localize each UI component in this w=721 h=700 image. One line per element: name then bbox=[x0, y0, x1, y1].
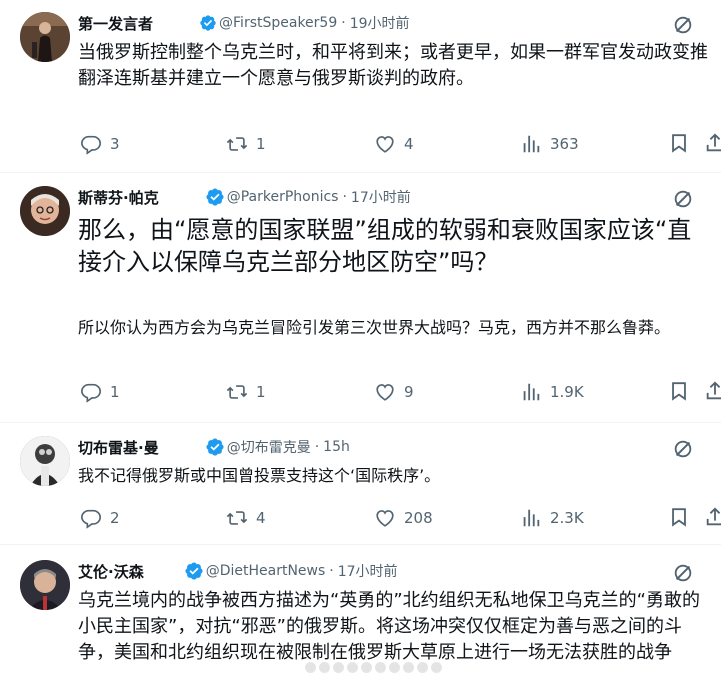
quoted-text: 那么，由“愿意的国家联盟”组成的软弱和衰败国家应该“直接介入以保障乌克兰部分地区… bbox=[78, 216, 692, 276]
tweet-text: 所以你认为西方会为乌克兰冒险引发第三次世界大战吗？马克，西方并不那么鲁莽。 bbox=[78, 318, 671, 337]
like-button[interactable]: 4 bbox=[374, 132, 414, 156]
handle[interactable]: @DietHeartNews bbox=[206, 563, 326, 579]
reply-button[interactable]: 1 bbox=[80, 380, 120, 404]
separator-dot: · bbox=[342, 189, 347, 205]
like-icon bbox=[374, 507, 396, 529]
share-icon[interactable] bbox=[704, 380, 721, 402]
retweet-count: 1 bbox=[256, 383, 266, 401]
action-bar: 2 4 208 2.3K bbox=[78, 506, 721, 530]
display-name[interactable]: 第一发言者 bbox=[78, 13, 153, 34]
grok-icon[interactable] bbox=[672, 438, 694, 460]
tweet[interactable]: 第一发言者 @FirstSpeaker59 · 19小时前 当俄罗斯控制整个乌克… bbox=[0, 0, 721, 173]
avatar[interactable] bbox=[20, 12, 70, 62]
retweet-button[interactable]: 4 bbox=[226, 506, 266, 530]
avatar-image bbox=[20, 12, 70, 62]
views-icon bbox=[520, 381, 542, 403]
grok-icon[interactable] bbox=[672, 562, 694, 584]
display-name[interactable]: 艾伦·沃森 bbox=[78, 561, 144, 582]
view-count: 2.3K bbox=[550, 509, 584, 527]
like-button[interactable]: 9 bbox=[374, 380, 414, 404]
timestamp[interactable]: 19小时前 bbox=[350, 13, 410, 33]
timestamp[interactable]: 15h bbox=[323, 439, 350, 455]
like-count: 208 bbox=[404, 509, 433, 527]
views-button[interactable]: 363 bbox=[520, 132, 579, 156]
bookmark-icon[interactable] bbox=[668, 506, 690, 528]
verified-badge-icon bbox=[184, 561, 204, 581]
share-icon[interactable] bbox=[704, 506, 721, 528]
separator-dot: · bbox=[341, 15, 346, 31]
like-icon bbox=[374, 381, 396, 403]
tweet-text: 当俄罗斯控制整个乌克兰时，和平将到来；或者更早，如果一群军官发动政变推翻泽连斯基… bbox=[78, 42, 708, 89]
tweet[interactable]: 艾伦·沃森 @DietHeartNews · 17小时前 乌克兰境内的战争被西方… bbox=[0, 544, 721, 700]
like-count: 4 bbox=[404, 135, 414, 153]
views-button[interactable]: 2.3K bbox=[520, 506, 584, 530]
view-count: 1.9K bbox=[550, 383, 584, 401]
grok-icon[interactable] bbox=[672, 14, 694, 36]
views-icon bbox=[520, 507, 542, 529]
handle[interactable]: @ParkerPhonics bbox=[227, 189, 339, 205]
retweet-count: 1 bbox=[256, 135, 266, 153]
separator-dot: · bbox=[329, 563, 334, 579]
like-count: 9 bbox=[404, 383, 414, 401]
views-icon bbox=[520, 133, 542, 155]
tweet-text: 乌克兰境内的战争被西方描述为“英勇的”北约组织无私地保卫乌克兰的“勇敢的小民主国… bbox=[78, 590, 700, 663]
retweet-icon bbox=[226, 507, 248, 529]
handle[interactable]: @FirstSpeaker59 bbox=[219, 15, 337, 31]
action-bar: 1 1 9 1.9K bbox=[78, 380, 721, 404]
tweet-header: 斯蒂芬·帕克 @ParkerPhonics · 17小时前 bbox=[78, 186, 411, 208]
tweet-header: 艾伦·沃森 @DietHeartNews · 17小时前 bbox=[78, 560, 398, 582]
reply-icon bbox=[80, 133, 102, 155]
watermark bbox=[305, 662, 442, 673]
retweet-icon bbox=[226, 381, 248, 403]
share-icon[interactable] bbox=[704, 132, 721, 154]
reply-button[interactable]: 2 bbox=[80, 506, 120, 530]
reply-icon bbox=[80, 381, 102, 403]
bookmark-icon[interactable] bbox=[668, 380, 690, 402]
like-button[interactable]: 208 bbox=[374, 506, 433, 530]
avatar[interactable] bbox=[20, 560, 70, 610]
verified-badge-icon bbox=[199, 14, 217, 32]
tweet-header: 切布雷基·曼 @切布雷克曼 · 15h bbox=[78, 436, 350, 458]
avatar-image bbox=[20, 436, 70, 486]
display-name[interactable]: 切布雷基·曼 bbox=[78, 437, 159, 458]
view-count: 363 bbox=[550, 135, 579, 153]
views-button[interactable]: 1.9K bbox=[520, 380, 584, 404]
reply-count: 1 bbox=[110, 383, 120, 401]
handle[interactable]: @切布雷克曼 bbox=[227, 437, 311, 457]
avatar[interactable] bbox=[20, 436, 70, 486]
grok-icon[interactable] bbox=[672, 188, 694, 210]
tweet-header: 第一发言者 @FirstSpeaker59 · 19小时前 bbox=[78, 12, 410, 34]
avatar-image bbox=[20, 186, 70, 236]
like-icon bbox=[374, 133, 396, 155]
timestamp[interactable]: 17小时前 bbox=[351, 187, 411, 207]
action-bar: 3 1 4 363 bbox=[78, 132, 721, 156]
bookmark-icon[interactable] bbox=[668, 132, 690, 154]
display-name[interactable]: 斯蒂芬·帕克 bbox=[78, 187, 159, 208]
reply-count: 2 bbox=[110, 509, 120, 527]
avatar-image bbox=[20, 560, 70, 610]
retweet-count: 4 bbox=[256, 509, 266, 527]
verified-badge-icon bbox=[205, 187, 225, 207]
reply-count: 3 bbox=[110, 135, 120, 153]
reply-icon bbox=[80, 507, 102, 529]
timestamp[interactable]: 17小时前 bbox=[338, 561, 398, 581]
tweet[interactable]: 切布雷基·曼 @切布雷克曼 · 15h 我不记得俄罗斯或中国曾投票支持这个‘国际… bbox=[0, 422, 721, 545]
tweet[interactable]: 斯蒂芬·帕克 @ParkerPhonics · 17小时前 那么，由“愿意的国家… bbox=[0, 172, 721, 423]
retweet-button[interactable]: 1 bbox=[226, 132, 266, 156]
reply-button[interactable]: 3 bbox=[80, 132, 120, 156]
verified-badge-icon bbox=[205, 437, 225, 457]
separator-dot: · bbox=[314, 439, 320, 455]
tweet-text: 我不记得俄罗斯或中国曾投票支持这个‘国际秩序’。 bbox=[78, 466, 441, 485]
avatar[interactable] bbox=[20, 186, 70, 236]
retweet-icon bbox=[226, 133, 248, 155]
retweet-button[interactable]: 1 bbox=[226, 380, 266, 404]
